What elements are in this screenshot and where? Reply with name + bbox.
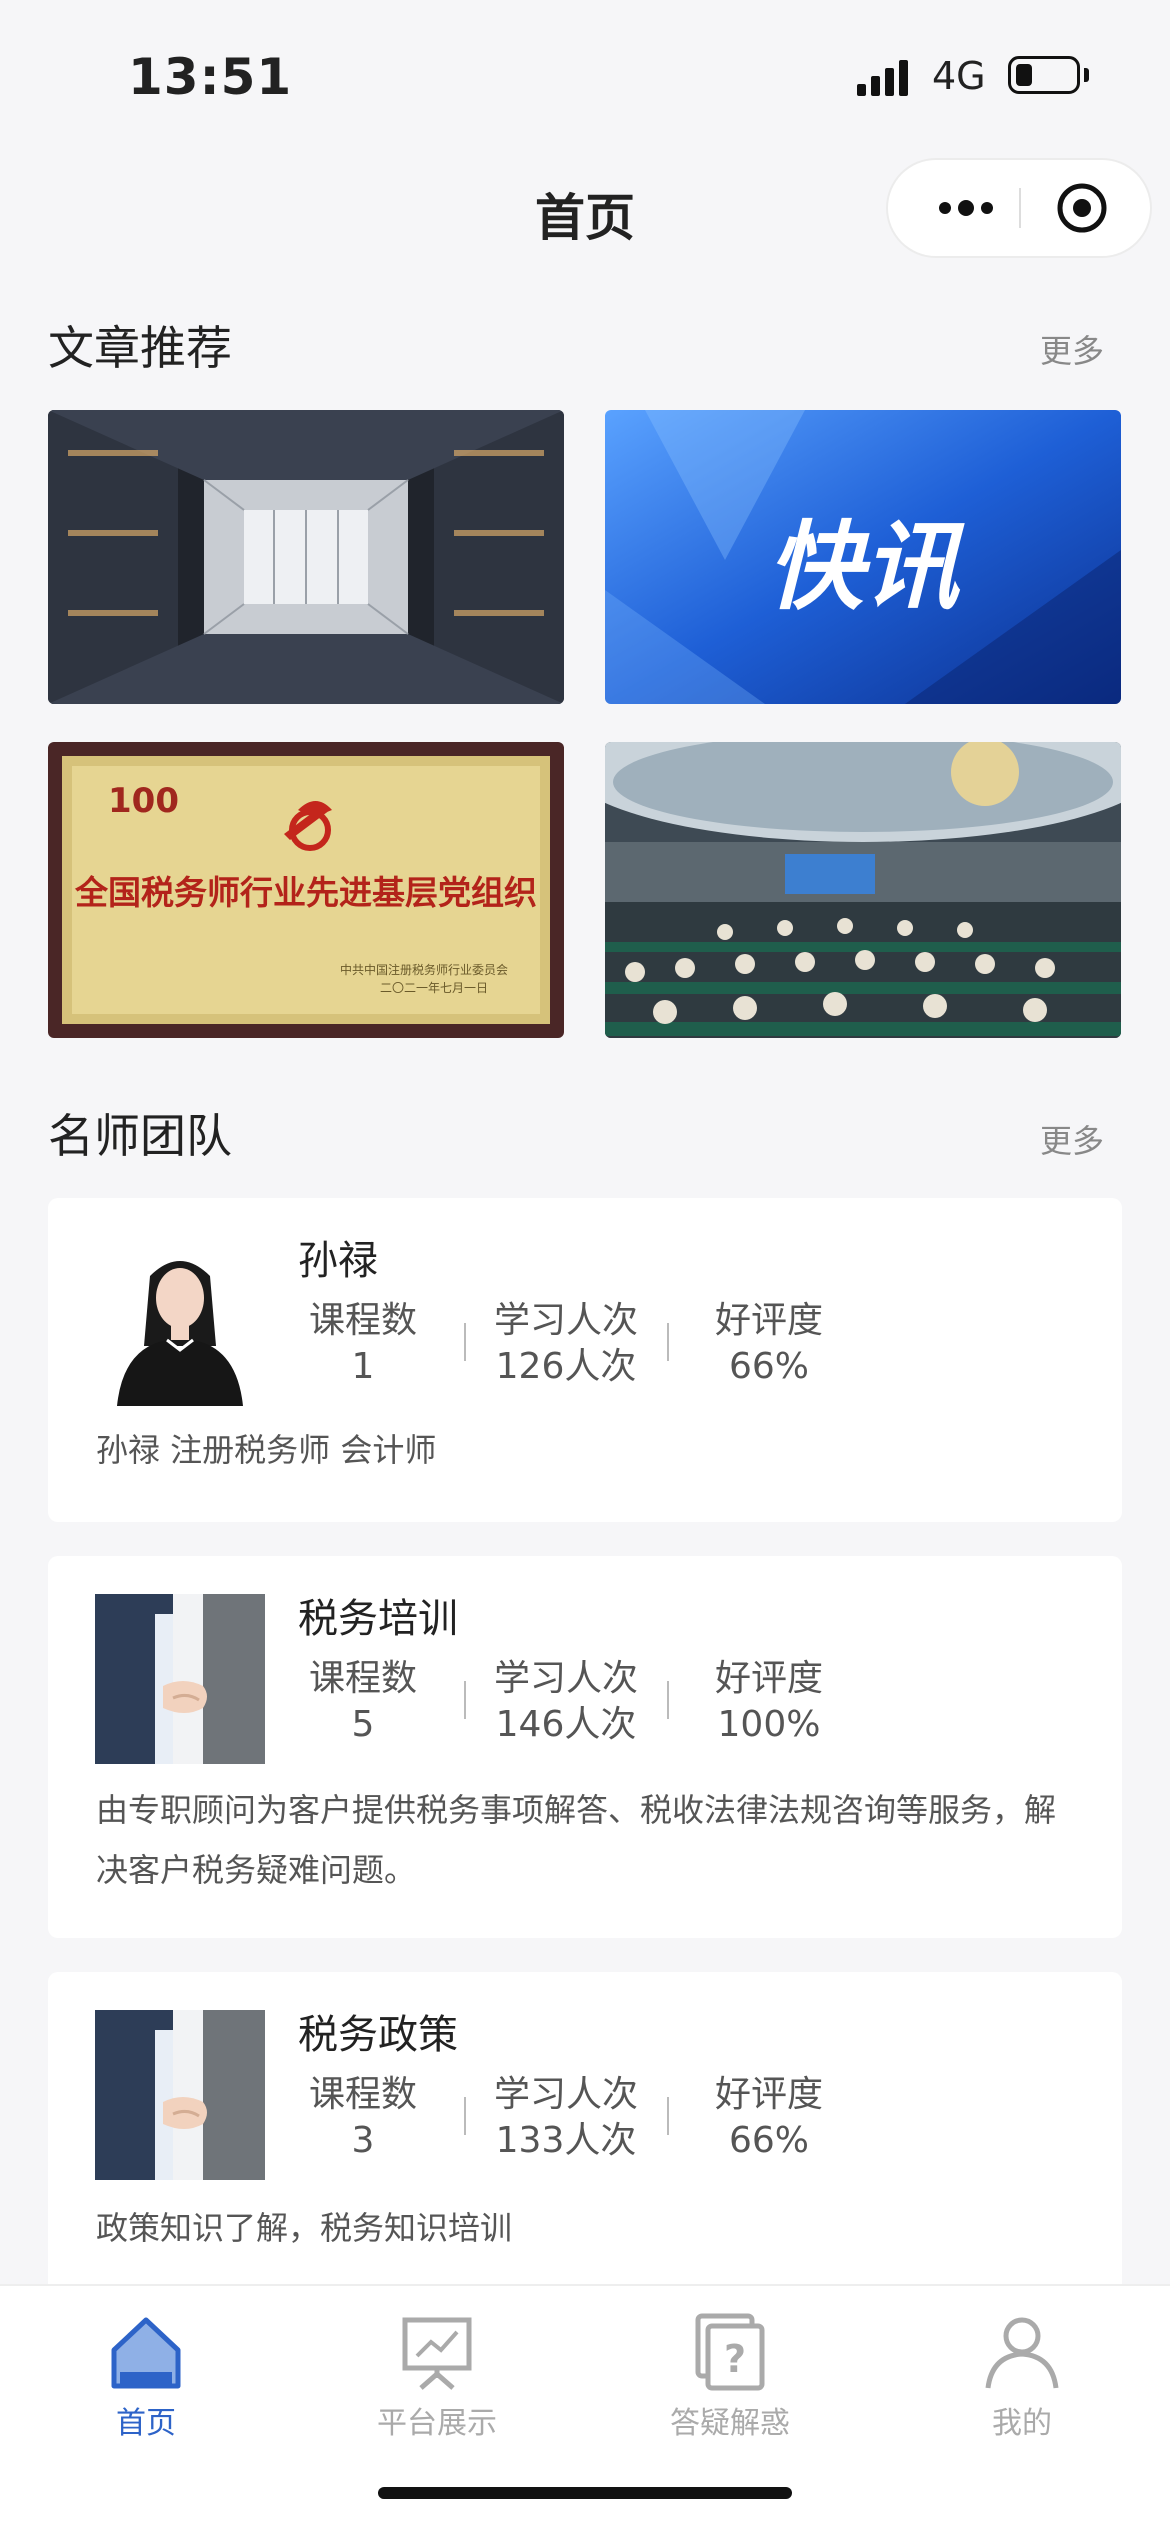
award-plaque-image: 100 全国税务师行业先进基层党组织 中共中国注册税务师行业委员会 二〇二一年七… — [48, 742, 564, 1038]
status-bar: 13:51 4G — [0, 0, 1170, 150]
user-icon — [985, 2317, 1059, 2389]
tab-qa[interactable]: ? 答疑解惑 — [630, 2298, 830, 2448]
capsule-divider — [1019, 188, 1021, 228]
stat-value-courses: 1 — [351, 1346, 375, 1387]
teacher-description: 政策知识了解，税务知识培训 — [96, 2209, 513, 2247]
stat-label-courses: 课程数 — [308, 1300, 417, 1341]
network-type: 4G — [932, 54, 986, 98]
award-date: 二〇二一年七月一日 — [380, 981, 488, 995]
article-card-award[interactable]: 100 全国税务师行业先进基层党组织 中共中国注册税务师行业委员会 二〇二一年七… — [48, 742, 564, 1038]
home-icon — [111, 2317, 181, 2389]
teacher-name: 税务政策 — [298, 2012, 458, 2058]
stat-label-rating: 好评度 — [714, 2074, 823, 2115]
teachers-more-link[interactable]: 更多 — [1040, 1116, 1104, 1162]
teacher-card[interactable]: 税务政策 课程数 3 学习人次 133人次 好评度 66% 政策知识了解，税务知… — [48, 1972, 1122, 2302]
stat-value-rating: 66% — [728, 2120, 809, 2161]
more-icon[interactable] — [928, 185, 1018, 231]
stat-rating: 好评度 66% — [669, 2072, 869, 2164]
tab-platform[interactable]: 平台展示 — [337, 2298, 537, 2448]
svg-text:100: 100 — [108, 781, 179, 821]
news-flash-text: 快讯 — [767, 511, 965, 623]
avatar — [95, 2010, 265, 2180]
tab-profile[interactable]: 我的 — [922, 2298, 1122, 2448]
stat-label-courses: 课程数 — [308, 2074, 417, 2115]
nav-bar: 首页 — [0, 150, 1170, 270]
teacher-description: 由专职顾问为客户提供税务事项解答、税收法律法规咨询等服务，解决客户税务疑难问题。 — [96, 1791, 1057, 1889]
teacher-card[interactable]: 税务培训 课程数 5 学习人次 146人次 好评度 100% 由专职顾问为客户提… — [48, 1556, 1122, 1938]
tab-label: 答疑解惑 — [670, 2406, 790, 2441]
stat-value-learners: 126人次 — [495, 1346, 637, 1387]
stat-value-rating: 100% — [717, 1704, 821, 1745]
articles-more-link[interactable]: 更多 — [1040, 326, 1104, 372]
stat-learners: 学习人次 126人次 — [466, 1298, 666, 1390]
stat-value-courses: 5 — [351, 1704, 375, 1745]
award-issuer: 中共中国注册税务师行业委员会 — [340, 962, 508, 977]
news-flash-image: 快讯 — [605, 410, 1121, 704]
award-title: 全国税务师行业先进基层党组织 — [74, 873, 537, 912]
stat-label-courses: 课程数 — [308, 1658, 417, 1699]
teacher-card[interactable]: 孙禄 课程数 1 学习人次 126人次 好评度 66% 孙禄 注册税务师 会计师 — [48, 1198, 1122, 1522]
stat-rating: 好评度 100% — [669, 1656, 869, 1748]
tab-home[interactable]: 首页 — [46, 2298, 246, 2448]
article-card-architecture[interactable] — [48, 410, 564, 704]
tab-label: 我的 — [992, 2406, 1052, 2441]
teacher-description: 孙禄 注册税务师 会计师 — [96, 1431, 437, 1469]
avatar — [95, 1236, 265, 1406]
teacher-name: 孙禄 — [298, 1238, 378, 1284]
teachers-section-title: 名师团队 — [48, 1109, 232, 1163]
stat-value-learners: 146人次 — [495, 1704, 637, 1745]
svg-text:?: ? — [724, 2337, 746, 2381]
stat-rating: 好评度 66% — [669, 1298, 869, 1390]
avatar — [95, 1594, 265, 1764]
stat-learners: 学习人次 146人次 — [466, 1656, 666, 1748]
stat-courses: 课程数 5 — [263, 1656, 463, 1748]
architecture-image — [48, 410, 564, 704]
stat-label-learners: 学习人次 — [493, 1300, 638, 1341]
signal-icon — [857, 60, 908, 96]
article-card-news-flash[interactable]: 快讯 — [605, 410, 1121, 704]
conference-hall-image — [605, 742, 1121, 1038]
battery-icon — [1008, 56, 1080, 94]
stat-courses: 课程数 3 — [263, 2072, 463, 2164]
stat-courses: 课程数 1 — [263, 1298, 463, 1390]
stat-label-rating: 好评度 — [714, 1300, 823, 1341]
stat-value-rating: 66% — [728, 1346, 809, 1387]
tab-label: 平台展示 — [377, 2406, 497, 2441]
stat-label-rating: 好评度 — [714, 1658, 823, 1699]
question-icon: ? — [695, 2313, 765, 2391]
battery-tip — [1084, 68, 1089, 82]
presentation-icon — [402, 2317, 472, 2390]
teacher-name: 税务培训 — [298, 1596, 458, 1642]
home-indicator — [378, 2487, 792, 2499]
close-miniprogram-icon[interactable] — [1056, 182, 1108, 234]
stat-label-learners: 学习人次 — [493, 1658, 638, 1699]
miniprogram-capsule — [888, 160, 1150, 256]
stat-learners: 学习人次 133人次 — [466, 2072, 666, 2164]
stat-label-learners: 学习人次 — [493, 2074, 638, 2115]
article-card-conference[interactable] — [605, 742, 1121, 1038]
stat-value-courses: 3 — [351, 2120, 375, 2161]
status-time: 13:51 — [128, 48, 293, 106]
stat-value-learners: 133人次 — [495, 2120, 637, 2161]
tab-label: 首页 — [116, 2406, 176, 2441]
articles-section-title: 文章推荐 — [48, 321, 232, 375]
